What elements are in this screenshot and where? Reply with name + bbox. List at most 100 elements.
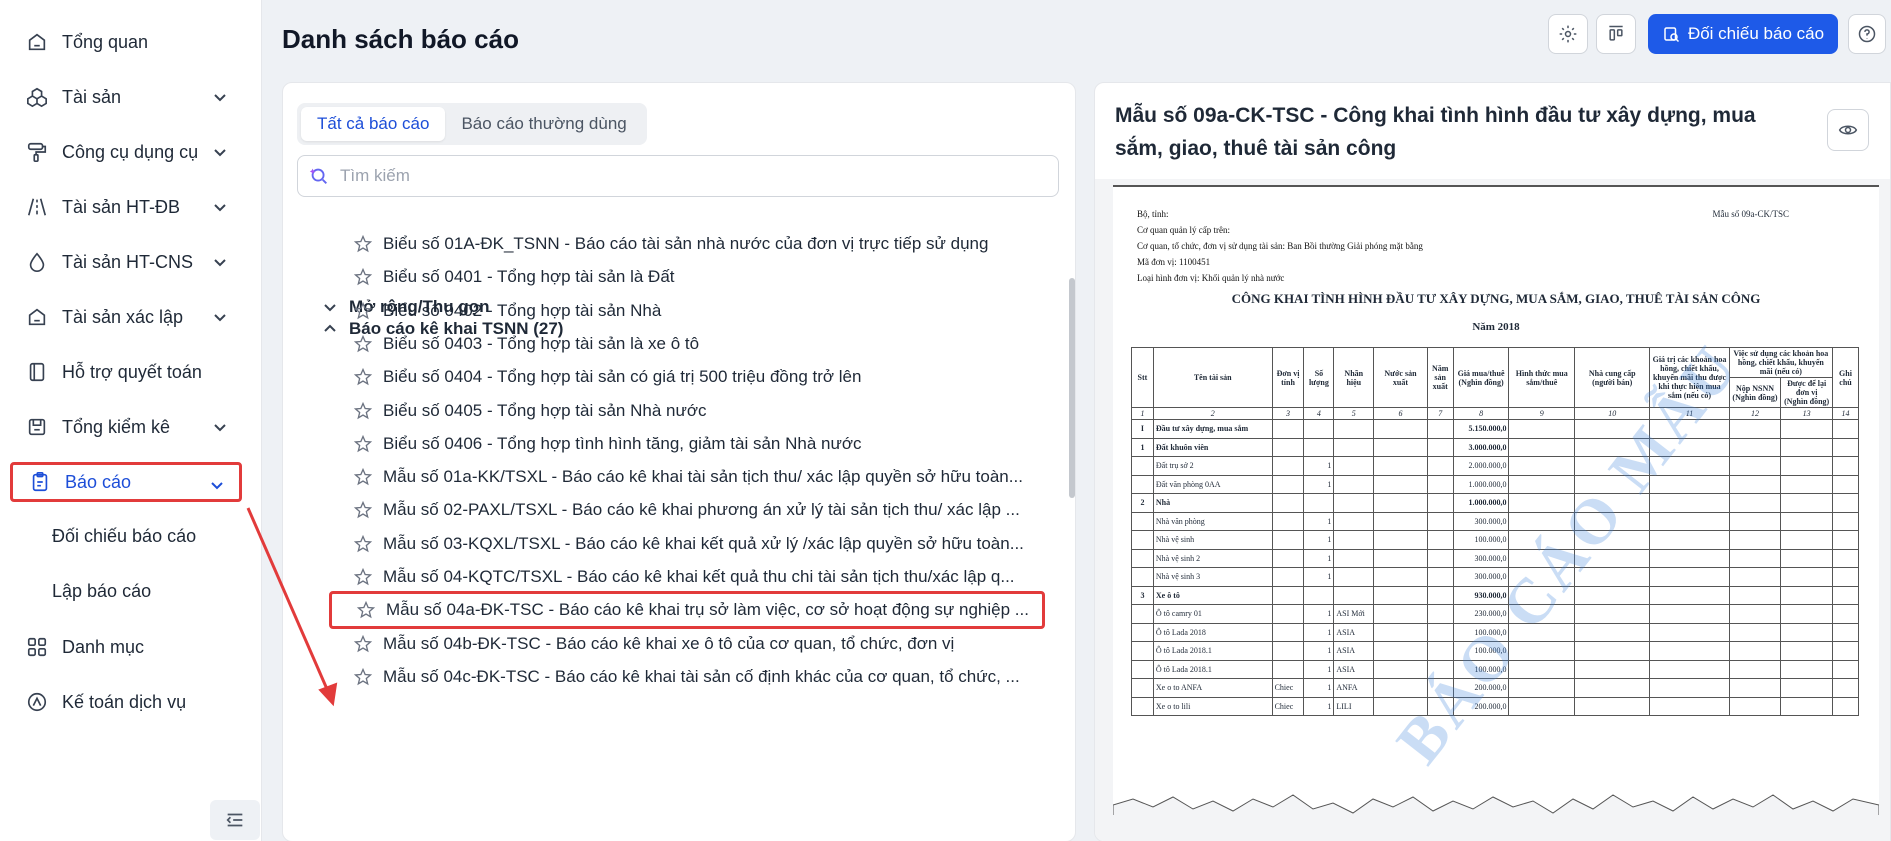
col-header: Được để lại đơn vị (Nghìn đồng)	[1780, 377, 1833, 408]
report-item[interactable]: Mẫu số 04b-ĐK-TSC - Báo cáo kê khai xe ô…	[329, 625, 1045, 663]
chevron-down-icon	[212, 254, 228, 270]
doc-table-cell: ASI Mới	[1333, 604, 1375, 624]
home-icon	[24, 29, 50, 55]
doc-table-cell: 3.000.000,0	[1452, 437, 1510, 457]
sub-item-doi-chieu-bao-cao[interactable]: Đối chiếu báo cáo	[52, 526, 196, 547]
tab-all-reports[interactable]: Tất cả báo cáo	[301, 107, 446, 141]
doc-table-cell	[1780, 567, 1833, 587]
nav-item-cong-cu[interactable]: Công cụ dụng cụ	[10, 132, 242, 172]
doc-table-cell	[1832, 659, 1859, 679]
doc-table-cell	[1649, 604, 1730, 624]
doc-table-cell	[1426, 419, 1454, 439]
compare-report-button[interactable]: Đối chiếu báo cáo	[1648, 14, 1838, 54]
col-header: Nước sản xuất	[1373, 347, 1428, 408]
report-item[interactable]: Mẫu số 01a-KK/TSXL - Báo cáo kê khai tài…	[329, 458, 1045, 496]
nav-item-tong-quan[interactable]: Tổng quan	[10, 22, 242, 62]
report-item[interactable]: Biểu số 0403 - Tổng hợp tài sản là xe ô …	[329, 325, 1045, 363]
nav-item-danh-muc[interactable]: Danh mục	[10, 627, 242, 667]
col-header: Ghi chú	[1832, 347, 1859, 408]
settings-button[interactable]	[1548, 14, 1588, 54]
doc-table-cell	[1373, 604, 1428, 624]
nav-item-bao-cao[interactable]: Báo cáo	[10, 462, 242, 502]
col-header: Hình thức mua sắm/thuê	[1508, 347, 1576, 408]
report-item[interactable]: Biểu số 01A-ĐK_TSNN - Báo cáo tài sản nh…	[329, 225, 1045, 263]
doc-table-cell	[1508, 456, 1576, 476]
report-item-label: Mẫu số 02-PAXL/TSXL - Báo cáo kê khai ph…	[383, 500, 1020, 520]
tab-frequent-reports[interactable]: Báo cáo thường dùng	[445, 107, 642, 141]
report-item-selected[interactable]: Mẫu số 04a-ĐK-TSC - Báo cáo kê khai trụ …	[329, 591, 1045, 630]
doc-meta-line: Cơ quan, tổ chức, đơn vị sử dụng tài sản…	[1137, 241, 1423, 251]
doc-table-cell: Nhà vệ sinh 3	[1152, 567, 1273, 587]
doc-table-cell	[1728, 419, 1782, 439]
doc-table-cell	[1303, 437, 1335, 457]
doc-table-cell	[1832, 678, 1859, 698]
doc-table-cell	[1780, 511, 1833, 531]
report-item-label: Biểu số 0404 - Tổng hợp tài sản có giá t…	[383, 367, 862, 387]
nav-label: Báo cáo	[65, 471, 132, 492]
nav-item-tai-san-xac-lap[interactable]: Tài sản xác lập	[10, 297, 242, 337]
nav-item-tai-san-ht-cns[interactable]: Tài sản HT-CNS	[10, 242, 242, 282]
report-item[interactable]: Biểu số 0405 - Tổng hợp tài sản Nhà nước	[329, 392, 1045, 430]
col-number: 5	[1333, 407, 1375, 420]
nav-item-ho-tro-quyet-toan[interactable]: Hỗ trợ quyết toán	[10, 352, 242, 392]
star-icon	[353, 268, 373, 286]
nav-item-tai-san-ht-db[interactable]: Tài sản HT-ĐB	[10, 187, 242, 227]
col-number: 4	[1303, 407, 1335, 420]
chevron-down-icon	[212, 89, 228, 105]
report-item[interactable]: Biểu số 0401 - Tổng hợp tài sản là Đất	[329, 258, 1045, 296]
help-button[interactable]	[1848, 14, 1886, 54]
doc-table-cell: 5.150.000,0	[1452, 419, 1510, 439]
report-item[interactable]: Mẫu số 03-KQXL/TSXL - Báo cáo kê khai kế…	[329, 525, 1045, 563]
doc-table-row: Đất trụ sở 2 1 2.000.000,0	[1131, 456, 1859, 476]
chevron-down-icon	[212, 199, 228, 215]
col-header: Số lượng	[1303, 347, 1335, 408]
doc-table-cell: 1.000.000,0	[1452, 474, 1510, 494]
doc-table-cell	[1832, 696, 1859, 716]
doc-table-cell	[1508, 474, 1576, 494]
nav-item-tai-san[interactable]: Tài sản	[10, 77, 242, 117]
doc-meta-line: Mã đơn vị: 1100451	[1137, 257, 1211, 267]
doc-table-cell: 1	[1131, 437, 1154, 457]
doc-table-row: Nhà vệ sinh 2 1 300.000,0	[1131, 548, 1859, 568]
nav-item-ke-toan-dich-vu[interactable]: Kế toán dịch vụ	[10, 682, 242, 722]
report-item[interactable]: Biểu số 0404 - Tổng hợp tài sản có giá t…	[329, 358, 1045, 396]
doc-table-cell	[1271, 585, 1305, 605]
sub-item-lap-bao-cao[interactable]: Lập báo cáo	[52, 581, 151, 602]
doc-table-cell	[1131, 548, 1154, 568]
report-item[interactable]: Biểu số 0402 - Tổng hợp tài sản Nhà	[329, 292, 1045, 330]
doc-table-cell: 1	[1303, 622, 1335, 642]
sidebar: Tổng quan Tài sản Công cụ dụng cụ Tài sả…	[0, 0, 262, 841]
columns-button[interactable]	[1596, 14, 1636, 54]
star-icon	[353, 301, 373, 319]
doc-table-cell	[1373, 530, 1428, 550]
doc-table-cell	[1131, 696, 1154, 716]
doc-table-cell	[1131, 622, 1154, 642]
doc-table-cell: Đất văn phòng 0AA	[1152, 474, 1273, 494]
doc-table-cell	[1508, 437, 1576, 457]
report-item[interactable]: Biểu số 0406 - Tổng hợp tình hình tăng, …	[329, 425, 1045, 463]
doc-table-cell	[1832, 622, 1859, 642]
chevron-down-icon	[212, 144, 228, 160]
collapse-sidebar-button[interactable]	[210, 800, 260, 840]
star-icon	[353, 467, 373, 486]
nav-item-tong-kiem-ke[interactable]: Tổng kiểm kê	[10, 407, 242, 447]
doc-meta-line: Loại hình đơn vị: Khối quản lý nhà nước	[1137, 273, 1285, 283]
doc-table-cell	[1728, 474, 1782, 494]
col-header: Stt	[1131, 347, 1154, 408]
nav-label: Tài sản HT-CNS	[62, 251, 194, 272]
report-item-label: Biểu số 0401 - Tổng hợp tài sản là Đất	[383, 267, 675, 287]
report-item-label: Mẫu số 01a-KK/TSXL - Báo cáo kê khai tài…	[383, 467, 1023, 487]
report-item[interactable]: Mẫu số 02-PAXL/TSXL - Báo cáo kê khai ph…	[329, 491, 1045, 529]
doc-table-cell	[1728, 437, 1782, 457]
nav-label: Tài sản HT-ĐB	[62, 196, 181, 217]
report-item[interactable]: Mẫu số 04-KQTC/TSXL - Báo cáo kê khai kế…	[329, 558, 1045, 596]
star-icon	[353, 234, 373, 253]
report-item[interactable]: Mẫu số 04c-ĐK-TSC - Báo cáo kê khai tài …	[329, 658, 1045, 696]
chevron-down-icon	[209, 477, 225, 493]
doc-table-cell	[1271, 659, 1305, 679]
droplet-icon	[24, 249, 50, 275]
search-box[interactable]	[297, 155, 1059, 197]
scrollbar[interactable]	[1069, 278, 1075, 498]
preview-view-button[interactable]	[1827, 109, 1869, 151]
search-input[interactable]	[340, 166, 1040, 186]
